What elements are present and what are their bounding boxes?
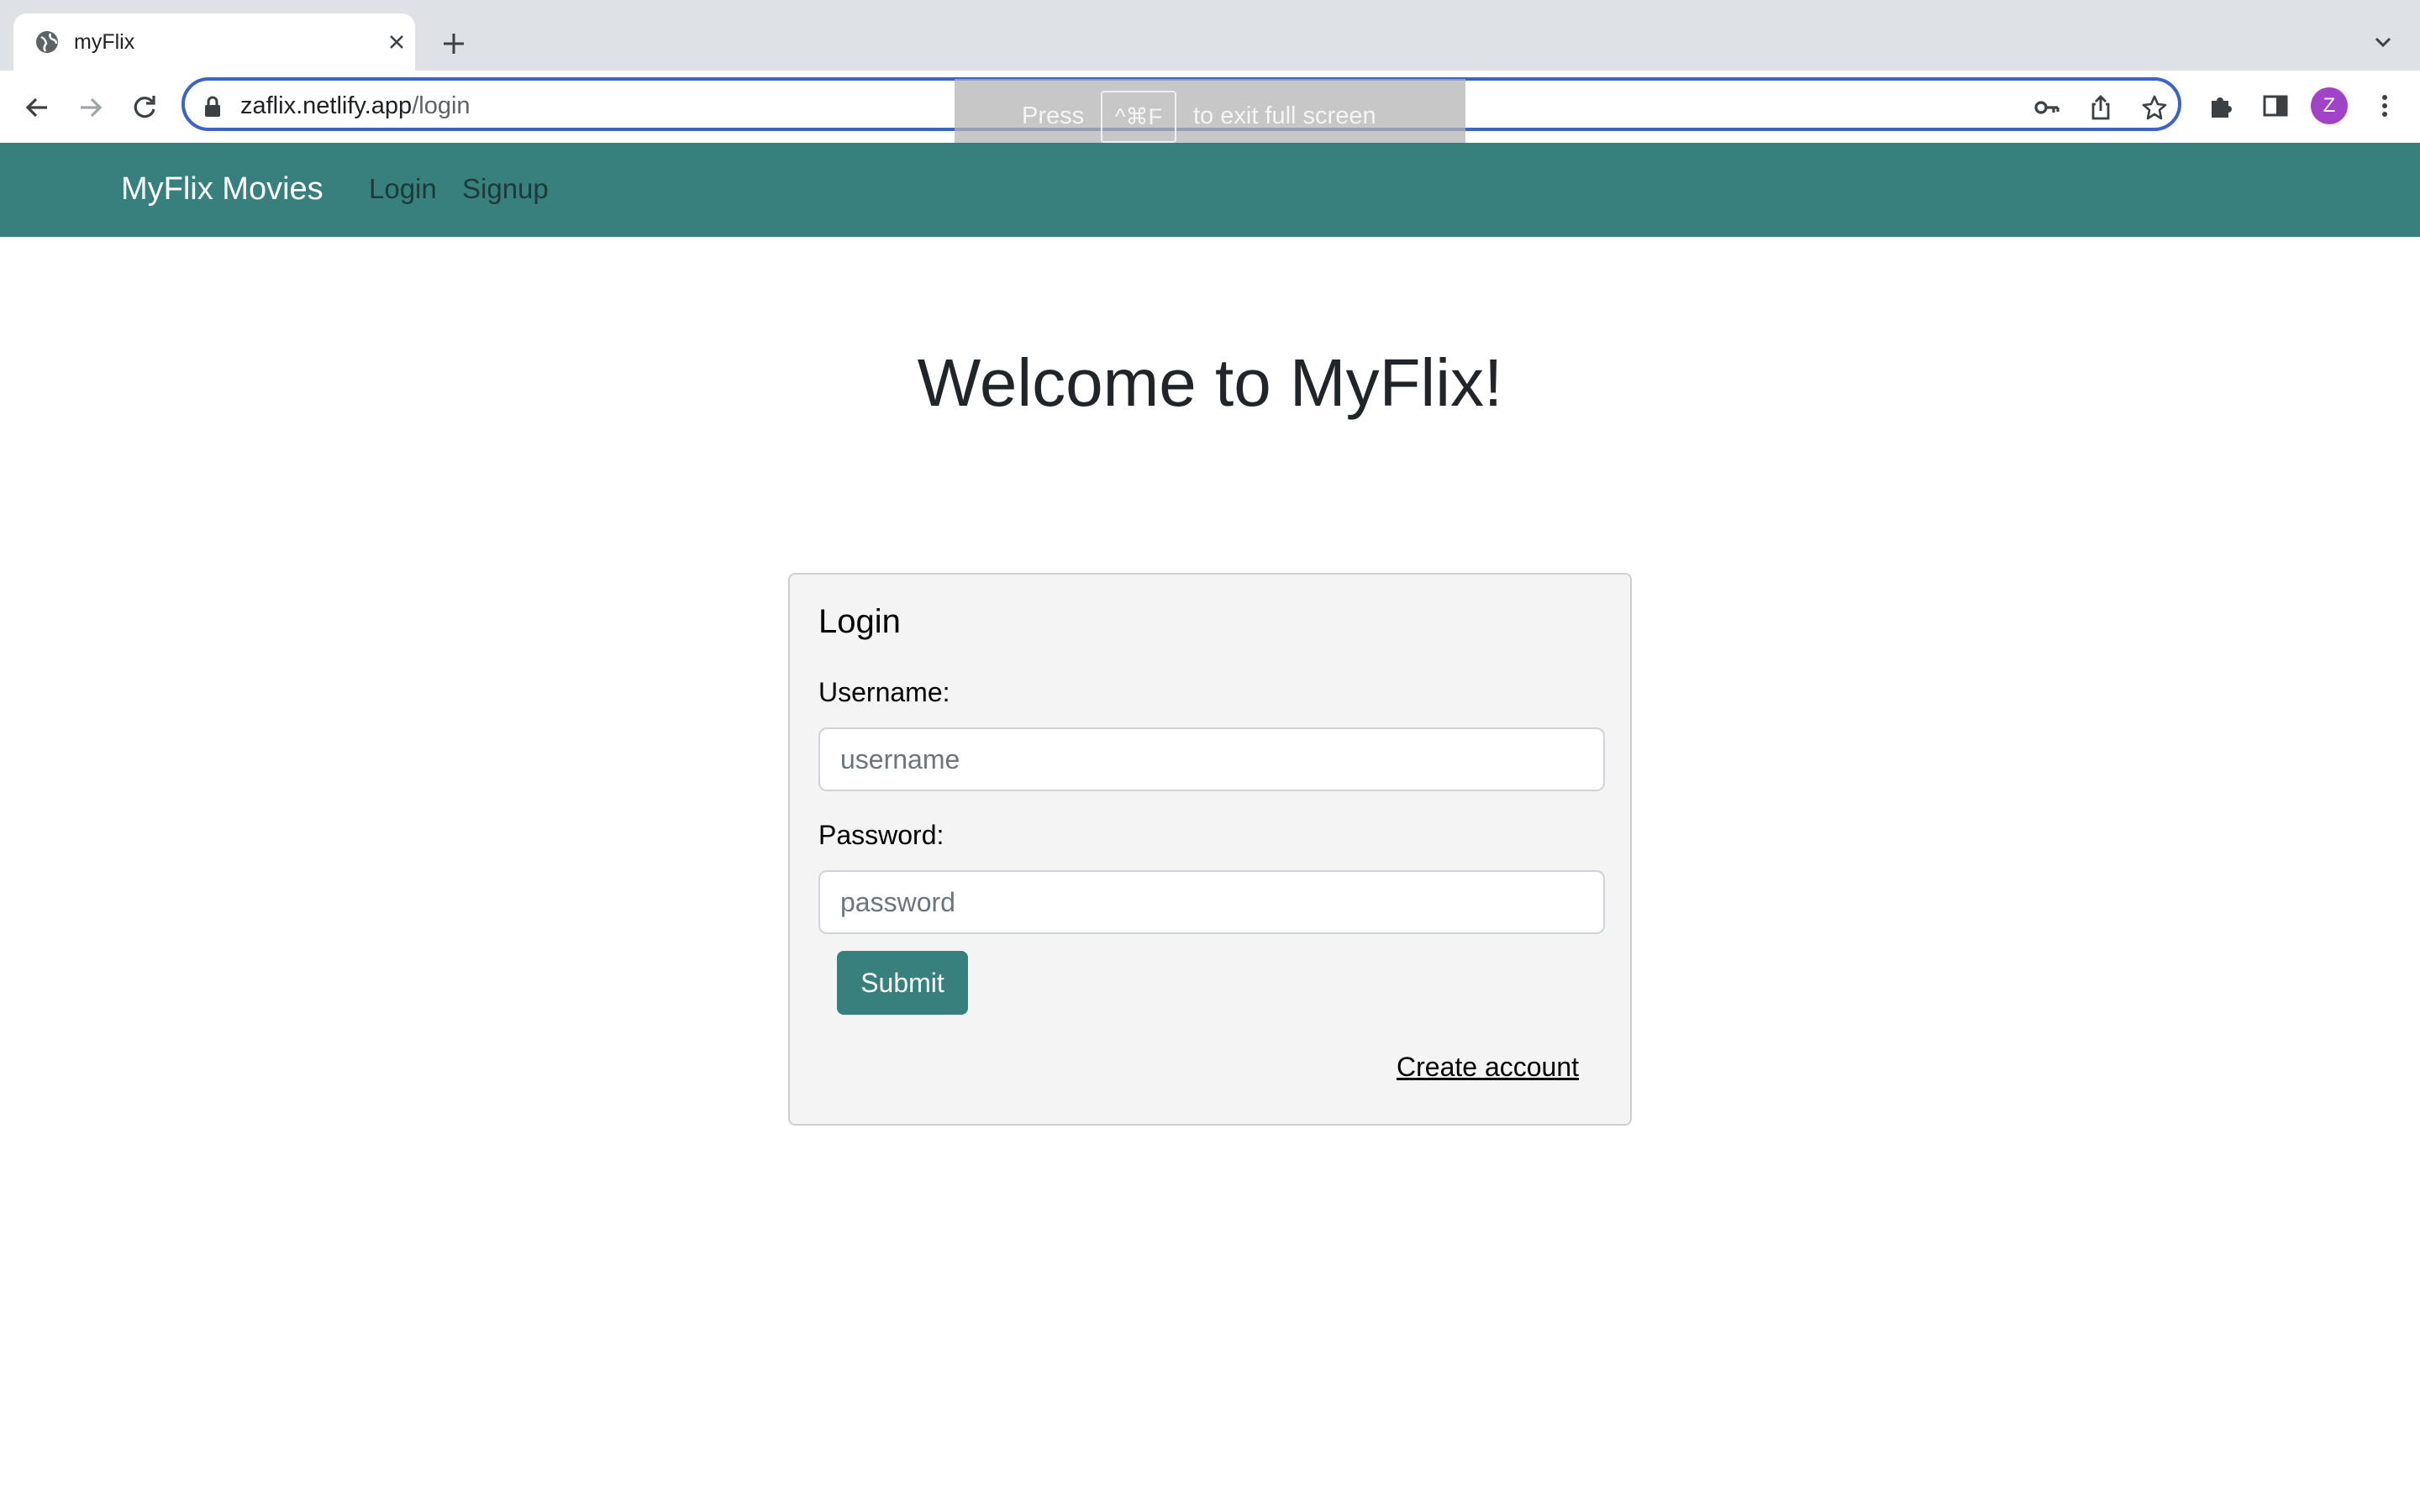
create-account-link[interactable]: Create account [1397, 1052, 1579, 1083]
submit-button[interactable]: Submit [837, 951, 968, 1015]
back-arrow-icon[interactable] [18, 89, 55, 126]
tab-title: myFlix [74, 30, 135, 54]
nav-link-signup[interactable]: Signup [462, 173, 549, 205]
url-host: zaflix.netlify.app [240, 92, 413, 119]
brand-link[interactable]: MyFlix Movies [121, 171, 324, 207]
profile-avatar[interactable]: Z [2311, 87, 2348, 124]
page-heading: Welcome to MyFlix! [917, 345, 1503, 420]
new-tab-icon[interactable] [439, 29, 469, 59]
chevron-down-icon[interactable] [2370, 29, 2396, 55]
extensions-puzzle-icon[interactable] [2205, 89, 2238, 123]
banner-shortcut-key: ^⌘F [1101, 91, 1176, 143]
url-path: /login [412, 92, 471, 119]
browser-tab-bar: myFlix [0, 0, 2420, 71]
site-navbar: MyFlix Movies Login Signup [0, 143, 2420, 237]
reload-icon[interactable] [126, 89, 163, 126]
forward-arrow-icon[interactable] [72, 89, 109, 126]
login-card: Login Username: username Password: passw… [788, 573, 1632, 1126]
browser-tab[interactable]: myFlix [13, 13, 415, 71]
share-icon[interactable] [2086, 92, 2116, 123]
banner-suffix: to exit full screen [1193, 102, 1376, 129]
url-text[interactable]: zaflix.netlify.app/login [240, 91, 471, 121]
key-icon[interactable] [2032, 92, 2062, 123]
password-label: Password: [818, 820, 944, 850]
login-title: Login [818, 603, 901, 640]
globe-icon [36, 31, 58, 53]
close-icon[interactable] [383, 29, 410, 55]
banner-prefix: Press [1022, 102, 1085, 129]
more-vert-icon[interactable] [2368, 89, 2402, 123]
star-icon[interactable] [2139, 92, 2170, 123]
username-input[interactable]: username [818, 727, 1605, 791]
username-label: Username: [818, 677, 950, 707]
nav-link-login[interactable]: Login [369, 173, 437, 205]
side-panel-icon[interactable] [2259, 89, 2292, 123]
password-input[interactable]: password [818, 870, 1605, 934]
lock-icon[interactable] [203, 96, 222, 118]
